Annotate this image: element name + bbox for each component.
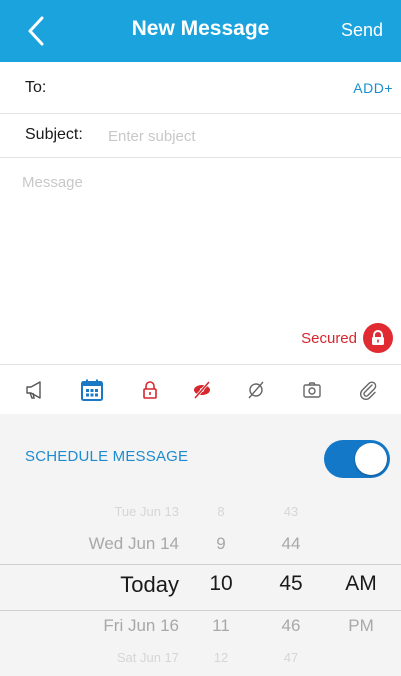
picker-day-option[interactable]: Wed Jun 14 bbox=[89, 534, 179, 554]
lock-icon bbox=[363, 323, 393, 353]
picker-minute-selected[interactable]: 45 bbox=[266, 572, 316, 596]
picker-hour-option[interactable]: 9 bbox=[196, 534, 246, 554]
subject-label: Subject: bbox=[25, 126, 83, 143]
secured-label: Secured bbox=[301, 329, 357, 347]
picker-minute-option[interactable]: 44 bbox=[266, 534, 316, 554]
lock-icon[interactable] bbox=[136, 376, 164, 404]
schedule-toggle-row: SCHEDULE MESSAGE bbox=[0, 414, 401, 502]
to-row[interactable]: To: ADD+ bbox=[0, 62, 401, 114]
hidden-eye-icon[interactable] bbox=[188, 376, 216, 404]
megaphone-icon[interactable] bbox=[22, 376, 50, 404]
picker-hour-selected[interactable]: 10 bbox=[196, 572, 246, 596]
picker-day-option[interactable]: Fri Jun 16 bbox=[103, 616, 179, 636]
schedule-panel: SCHEDULE MESSAGE Tue Jun 13 Wed Jun 14 T… bbox=[0, 414, 401, 676]
picker-day-option[interactable]: Sat Jun 17 bbox=[117, 650, 179, 665]
picker-day-selected[interactable]: Today bbox=[120, 572, 179, 598]
picker-ampm-selected[interactable]: AM bbox=[334, 572, 388, 596]
picker-minute-option[interactable]: 47 bbox=[266, 650, 316, 665]
picker-minute-option[interactable]: 46 bbox=[266, 616, 316, 636]
subject-row: Subject: bbox=[0, 114, 401, 158]
message-input[interactable] bbox=[22, 174, 382, 324]
picker-ampm-option[interactable]: PM bbox=[334, 616, 388, 636]
camera-icon[interactable] bbox=[298, 376, 326, 404]
picker-hour-option[interactable]: 11 bbox=[196, 616, 246, 636]
picker-hour-option[interactable]: 12 bbox=[196, 650, 246, 665]
schedule-message-label: SCHEDULE MESSAGE bbox=[25, 448, 189, 465]
schedule-toggle[interactable] bbox=[324, 440, 390, 478]
picker-hour-option[interactable]: 8 bbox=[196, 504, 246, 519]
picker-minute-option[interactable]: 43 bbox=[266, 504, 316, 519]
to-label: To: bbox=[25, 79, 47, 96]
toggle-knob bbox=[355, 443, 387, 475]
nav-header: New Message Send bbox=[0, 0, 401, 62]
add-recipient-button[interactable]: ADD+ bbox=[353, 80, 393, 96]
picker-selection-bottom-line bbox=[0, 610, 401, 611]
no-signal-icon[interactable] bbox=[242, 376, 270, 404]
secured-indicator[interactable]: Secured bbox=[301, 323, 393, 353]
compose-toolbar bbox=[0, 364, 401, 414]
send-button[interactable]: Send bbox=[341, 20, 383, 41]
subject-input[interactable] bbox=[108, 123, 378, 149]
calendar-icon[interactable] bbox=[78, 376, 106, 404]
message-area: Secured bbox=[0, 158, 401, 364]
picker-selection-top-line bbox=[0, 564, 401, 565]
date-time-picker[interactable]: Tue Jun 13 Wed Jun 14 Today Fri Jun 16 S… bbox=[0, 502, 401, 676]
picker-day-option[interactable]: Tue Jun 13 bbox=[114, 504, 179, 519]
paperclip-icon[interactable] bbox=[354, 376, 382, 404]
